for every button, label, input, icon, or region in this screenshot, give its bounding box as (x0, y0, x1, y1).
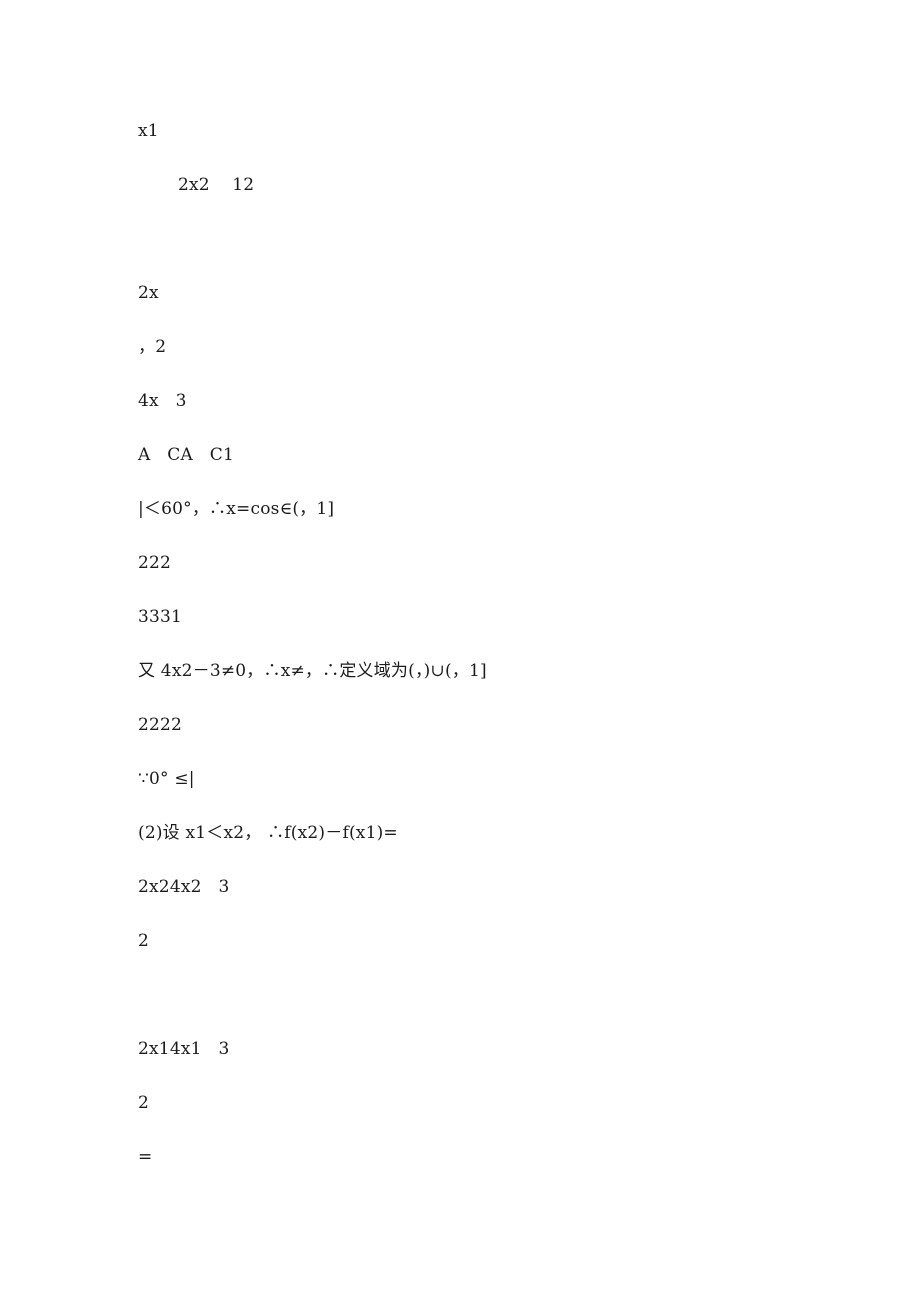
text-line: ，2 (138, 337, 167, 357)
text-line: 2x2 12 (178, 175, 255, 195)
text-line-blank (138, 968, 838, 1022)
text-line: 4x 3 (138, 391, 187, 411)
text-line: ∵0° ≤| (138, 769, 195, 789)
text-line: 2 (138, 1093, 150, 1113)
document-text-body: x1 2x2 12 2x ，2 4x 3 A CA C1 |＜60°，∴x=cos∈(，1]… (138, 104, 838, 1184)
text-line-blank (138, 212, 838, 266)
text-line: 2x (138, 283, 159, 303)
text-line: A CA C1 (138, 445, 235, 465)
text-line: 2x14x1 3 (138, 1039, 230, 1059)
text-line: 2222 (138, 715, 183, 735)
text-line: 222 (138, 553, 172, 573)
text-line: 3331 (138, 607, 183, 627)
text-line: 2 (138, 931, 150, 951)
text-line: 又 4x2－3≠0，∴x≠，∴定义域为(，)∪(，1] (138, 661, 487, 681)
text-line: (2)设 x1＜x2， ∴f(x2)－f(x1)= (138, 823, 398, 843)
text-line: x1 (138, 121, 159, 141)
text-line: 2x24x2 3 (138, 877, 230, 897)
document-page: x1 2x2 12 2x ，2 4x 3 A CA C1 |＜60°，∴x=cos∈(，1]… (0, 0, 920, 1302)
text-line: = (138, 1147, 153, 1167)
text-line: |＜60°，∴x=cos∈(，1] (138, 499, 335, 519)
